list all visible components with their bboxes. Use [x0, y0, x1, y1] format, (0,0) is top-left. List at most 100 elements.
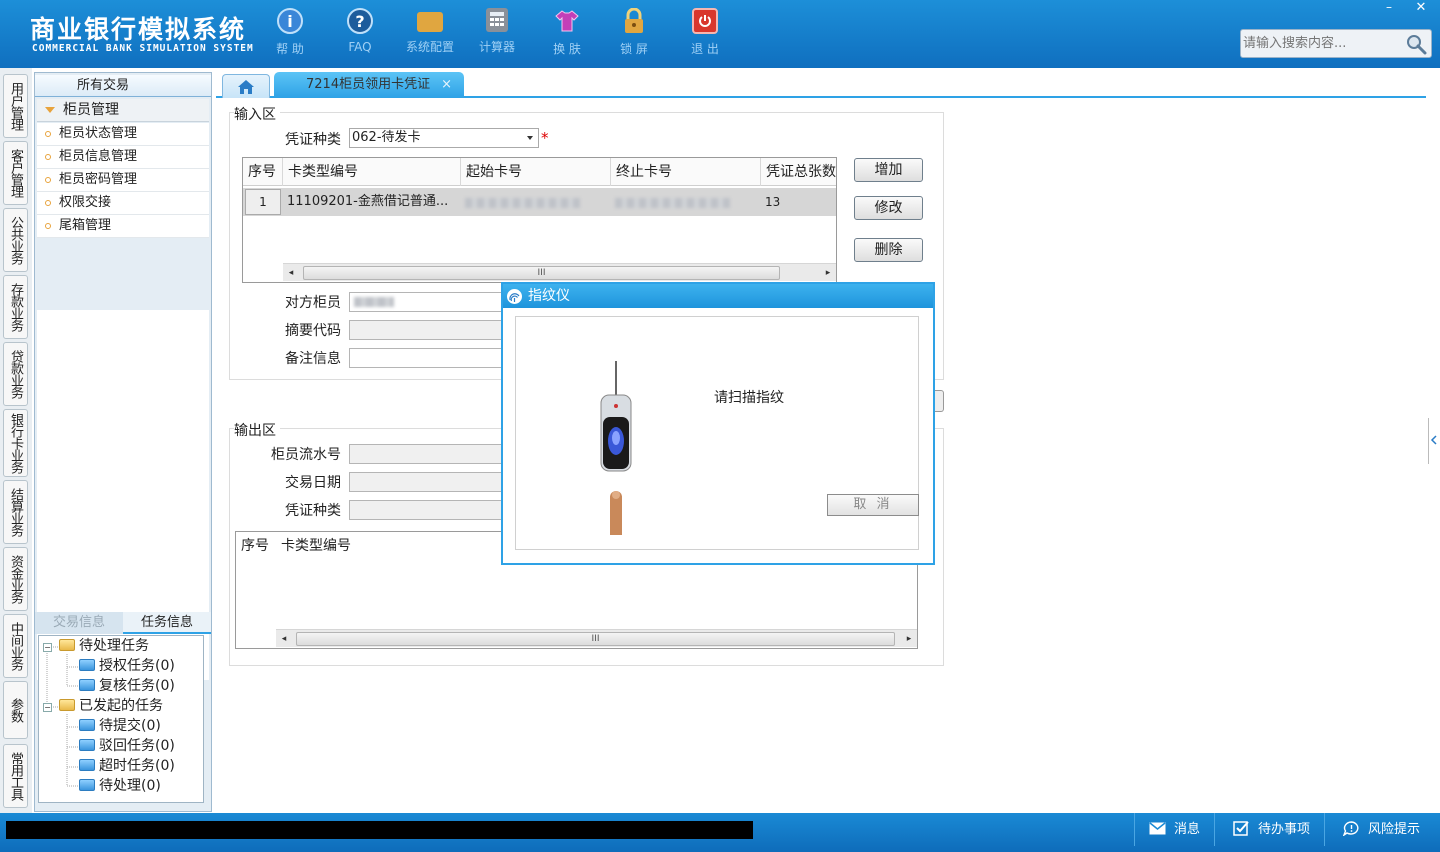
- dialog-body: 请扫描指纹 取 消: [515, 316, 919, 550]
- vtab-common-tools[interactable]: 常用工具: [3, 744, 28, 808]
- envelope-icon: [1149, 822, 1166, 835]
- folder-icon: [79, 719, 95, 731]
- vtab-deposit[interactable]: 存款业务: [3, 275, 28, 339]
- vtab-customer-management[interactable]: 客户管理: [3, 141, 28, 205]
- tab-home[interactable]: [222, 74, 270, 98]
- tree-initiated-tasks[interactable]: 已发起的任务: [59, 696, 163, 716]
- menu-tail-box[interactable]: 尾箱管理: [37, 215, 209, 238]
- summary-code-field[interactable]: [349, 320, 509, 340]
- vtab-settlement[interactable]: 结算业务: [3, 480, 28, 544]
- calculator-button[interactable]: 计算器: [467, 8, 527, 55]
- tab-task-info[interactable]: 任务信息: [123, 612, 211, 634]
- bullet-icon: [45, 154, 51, 160]
- vtab-public-business[interactable]: 公共业务: [3, 208, 28, 272]
- remark-field[interactable]: [349, 348, 509, 368]
- vtab-parameters[interactable]: 参数: [3, 681, 28, 739]
- search-box: [1240, 29, 1432, 58]
- collapse-icon[interactable]: −: [43, 643, 52, 652]
- menu-teller-status[interactable]: 柜员状态管理: [37, 123, 209, 146]
- table-row[interactable]: 1 11109201-金燕借记普通... 13: [243, 188, 836, 216]
- close-window-button[interactable]: ✕: [1408, 0, 1434, 18]
- tab-7214-card-voucher[interactable]: 7214柜员领用卡凭证 ×: [274, 72, 464, 98]
- folder-icon: [59, 639, 75, 651]
- scroll-left-icon[interactable]: ◂: [276, 631, 292, 647]
- row-total: 13: [765, 195, 781, 209]
- tree-auth-tasks[interactable]: 授权任务(0): [79, 656, 175, 676]
- folder-icon: [79, 759, 95, 771]
- modify-button[interactable]: 修改: [854, 196, 923, 220]
- tree-pending-tasks[interactable]: 待处理任务: [59, 636, 149, 656]
- dialog-title: 指纹仪: [528, 288, 570, 304]
- lock-screen-button[interactable]: 锁 屏: [604, 8, 664, 57]
- folder-icon: [79, 679, 95, 691]
- vtab-loan[interactable]: 贷款业务: [3, 342, 28, 406]
- app-title: 商业银行模拟系统: [30, 15, 247, 44]
- collapse-icon[interactable]: −: [43, 703, 52, 712]
- checkbox-icon: [1233, 821, 1249, 836]
- toolbox-icon: [417, 12, 443, 32]
- tree-to-process[interactable]: 待处理(0): [79, 776, 161, 796]
- fingerprint-dialog: 指纹仪 请扫描指纹 取 消: [501, 282, 935, 565]
- summary-code-label: 摘要代码: [285, 323, 341, 339]
- trans-date-label: 交易日期: [285, 475, 341, 491]
- folder-icon: [79, 779, 95, 791]
- vtab-bank-card[interactable]: 银行卡业务: [3, 409, 28, 477]
- faq-button[interactable]: ? FAQ: [330, 8, 390, 54]
- scroll-left-icon[interactable]: ◂: [283, 265, 299, 281]
- all-transactions-header[interactable]: 所有交易: [35, 75, 211, 97]
- search-icon[interactable]: [1405, 33, 1427, 55]
- menu-teller-password[interactable]: 柜员密码管理: [37, 169, 209, 192]
- main-tabbar: 7214柜员领用卡凭证 ×: [216, 68, 1426, 98]
- input-grid-hscroll[interactable]: ◂ III ▸: [283, 263, 836, 281]
- messages-button[interactable]: 消息: [1134, 813, 1214, 846]
- search-input[interactable]: [1243, 33, 1403, 54]
- scroll-thumb[interactable]: III: [296, 632, 895, 646]
- faq-label: FAQ: [348, 40, 372, 54]
- delete-button[interactable]: 删除: [854, 238, 923, 262]
- serial-label: 柜员流水号: [271, 447, 341, 463]
- cancel-button[interactable]: 取 消: [827, 494, 919, 516]
- add-button[interactable]: 增加: [854, 158, 923, 182]
- teller-management-group[interactable]: 柜员管理: [37, 99, 209, 122]
- home-icon: [238, 80, 254, 94]
- tree-to-submit[interactable]: 待提交(0): [79, 716, 161, 736]
- row-no: 1: [245, 189, 281, 215]
- todo-button[interactable]: 待办事项: [1214, 813, 1324, 846]
- tree-label: 复核任务(0): [99, 678, 175, 694]
- risk-alert-button[interactable]: 风险提示: [1324, 813, 1440, 846]
- tree-label: 待提交(0): [99, 718, 161, 734]
- scroll-thumb[interactable]: III: [303, 266, 780, 280]
- help-button[interactable]: i 帮 助: [260, 8, 320, 57]
- system-config-button[interactable]: 系统配置: [400, 8, 460, 55]
- vtab-intermediate[interactable]: 中间业务: [3, 614, 28, 678]
- task-tabs: 交易信息 任务信息: [35, 612, 211, 634]
- tree-label: 待处理任务: [79, 638, 149, 654]
- scroll-right-icon[interactable]: ▸: [901, 631, 917, 647]
- output-grid-hscroll[interactable]: ◂ III ▸: [276, 629, 917, 647]
- side-collapse-handle[interactable]: [1428, 418, 1438, 464]
- vertical-nav: 用户管理 客户管理 公共业务 存款业务 贷款业务 银行卡业务 结算业务 资金业务…: [0, 68, 32, 813]
- task-tree: − 待处理任务 授权任务(0) 复核任务(0) − 已发起的任务 待提交(0) …: [38, 635, 204, 803]
- scroll-right-icon[interactable]: ▸: [820, 265, 836, 281]
- exit-button[interactable]: 退 出: [675, 8, 735, 57]
- counterpart-teller-field[interactable]: [349, 292, 509, 312]
- input-grid: 序号 卡类型编号 起始卡号 终止卡号 凭证总张数 1 11109201-金燕借记…: [242, 157, 837, 283]
- tab-close-icon[interactable]: ×: [441, 72, 452, 98]
- minimize-button[interactable]: –: [1376, 0, 1402, 18]
- voucher-type-select[interactable]: 062-待发卡: [349, 128, 539, 148]
- menu-label: 尾箱管理: [59, 218, 112, 233]
- expand-arrow-icon: [45, 107, 55, 113]
- tree-timeout-tasks[interactable]: 超时任务(0): [79, 756, 175, 776]
- exit-label: 退 出: [691, 42, 719, 56]
- vtab-funds[interactable]: 资金业务: [3, 547, 28, 611]
- tree-label: 待处理(0): [99, 778, 161, 794]
- skin-button[interactable]: 换 肤: [537, 8, 597, 57]
- vtab-user-management[interactable]: 用户管理: [3, 74, 28, 138]
- voucher-type-label: 凭证种类: [285, 132, 341, 148]
- tab-transaction-info[interactable]: 交易信息: [35, 612, 123, 634]
- tree-rejected-tasks[interactable]: 驳回任务(0): [79, 736, 175, 756]
- col-no: 序号: [241, 538, 269, 554]
- tree-review-tasks[interactable]: 复核任务(0): [79, 676, 175, 696]
- menu-permission-handover[interactable]: 权限交接: [37, 192, 209, 215]
- menu-teller-info[interactable]: 柜员信息管理: [37, 146, 209, 169]
